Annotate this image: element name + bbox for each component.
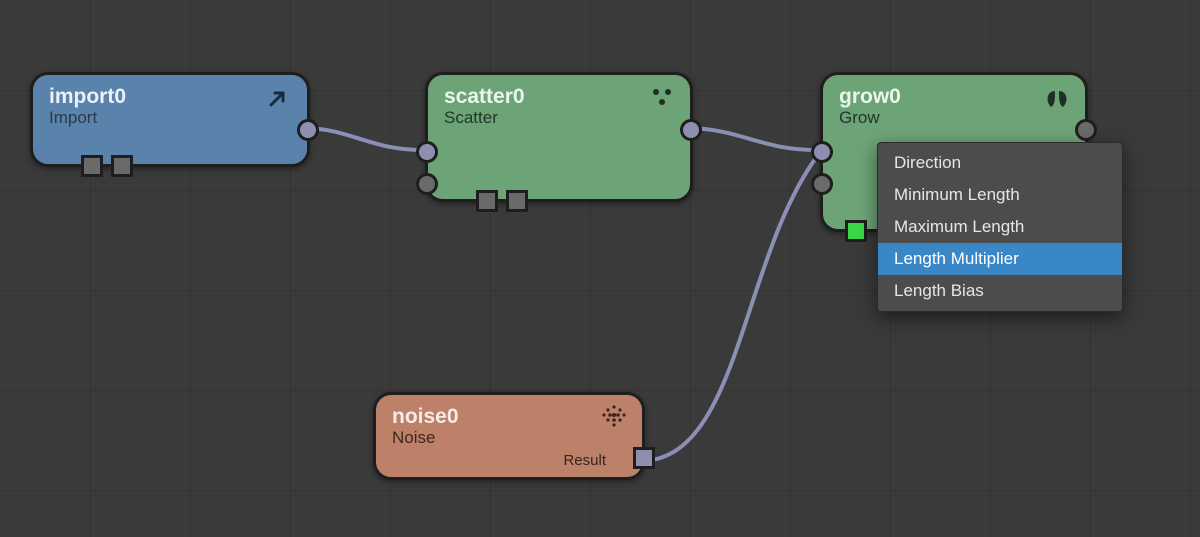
import-arrow-icon: [265, 85, 293, 113]
output-port[interactable]: [1075, 119, 1097, 141]
input-port[interactable]: [811, 141, 833, 163]
input-port[interactable]: [416, 141, 438, 163]
leaf-icon: [1043, 85, 1071, 113]
input-port[interactable]: [811, 173, 833, 195]
output-slot-result[interactable]: [633, 447, 655, 469]
output-port[interactable]: [297, 119, 319, 141]
node-slot[interactable]: [81, 155, 103, 177]
output-label: Result: [563, 452, 606, 469]
node-slot[interactable]: [476, 190, 498, 212]
context-menu[interactable]: Direction Minimum Length Maximum Length …: [877, 142, 1123, 312]
node-noise0[interactable]: noise0 Noise Result: [373, 392, 645, 480]
input-port[interactable]: [416, 173, 438, 195]
noise-dots-icon: [600, 403, 628, 431]
node-import0[interactable]: import0 Import: [30, 72, 310, 167]
menu-item-length-multiplier[interactable]: Length Multiplier: [878, 243, 1122, 275]
menu-item-minimum-length[interactable]: Minimum Length: [878, 179, 1122, 211]
node-slot[interactable]: [506, 190, 528, 212]
menu-item-direction[interactable]: Direction: [878, 147, 1122, 179]
node-scatter0[interactable]: scatter0 Scatter: [425, 72, 693, 202]
node-slot-active[interactable]: [845, 220, 867, 242]
scatter-dots-icon: [648, 85, 676, 113]
node-slot[interactable]: [111, 155, 133, 177]
output-port[interactable]: [680, 119, 702, 141]
menu-item-maximum-length[interactable]: Maximum Length: [878, 211, 1122, 243]
menu-item-length-bias[interactable]: Length Bias: [878, 275, 1122, 307]
